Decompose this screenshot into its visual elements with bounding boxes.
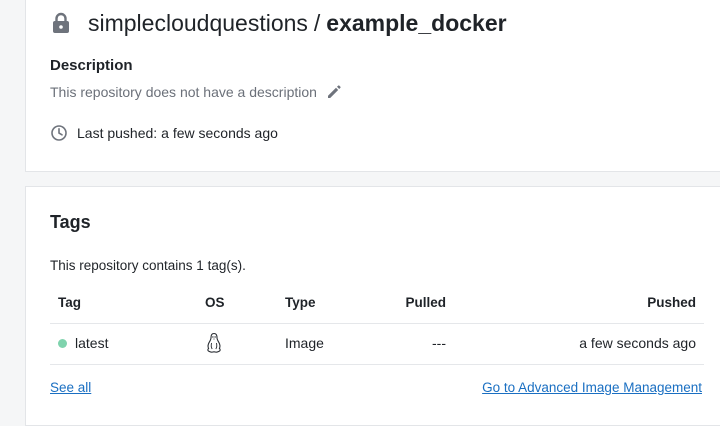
tag-cell[interactable]: latest bbox=[58, 335, 108, 351]
column-header-os: OS bbox=[205, 295, 225, 310]
repository-name: example_docker bbox=[326, 9, 507, 36]
repository-header: simplecloudquestions / example_docker bbox=[50, 8, 507, 38]
last-pushed-row: Last pushed: a few seconds ago bbox=[50, 124, 278, 142]
pulled-cell: --- bbox=[432, 335, 446, 351]
repository-info-card: simplecloudquestions / example_docker De… bbox=[25, 0, 720, 172]
description-row: This repository does not have a descript… bbox=[50, 83, 343, 101]
repository-path-separator: / bbox=[313, 9, 321, 36]
os-cell bbox=[206, 332, 222, 357]
column-header-type: Type bbox=[285, 295, 316, 310]
tags-table-header: Tag OS Type Pulled Pushed bbox=[50, 283, 704, 324]
column-header-pulled: Pulled bbox=[405, 295, 446, 310]
tag-name[interactable]: latest bbox=[75, 335, 108, 351]
last-pushed-value: a few seconds ago bbox=[161, 125, 278, 141]
pushed-cell: a few seconds ago bbox=[579, 335, 696, 351]
description-heading: Description bbox=[50, 57, 133, 74]
repository-owner[interactable]: simplecloudquestions bbox=[88, 10, 308, 37]
type-cell: Image bbox=[285, 335, 324, 351]
tags-table: Tag OS Type Pulled Pushed latest Image -… bbox=[50, 283, 704, 365]
lock-icon bbox=[50, 12, 72, 34]
clock-icon bbox=[50, 124, 68, 142]
column-header-pushed: Pushed bbox=[647, 295, 696, 310]
advanced-image-management-link[interactable]: Go to Advanced Image Management bbox=[482, 380, 702, 395]
table-row: latest Image --- a few seconds ago bbox=[50, 324, 704, 365]
pencil-icon[interactable] bbox=[325, 83, 343, 101]
linux-icon bbox=[206, 332, 222, 354]
tags-card: Tags This repository contains 1 tag(s). … bbox=[25, 186, 720, 426]
description-text: This repository does not have a descript… bbox=[50, 84, 317, 100]
tags-heading: Tags bbox=[50, 212, 91, 232]
column-header-tag: Tag bbox=[58, 295, 81, 310]
last-pushed-label: Last pushed: bbox=[77, 125, 158, 141]
tags-count-text: This repository contains 1 tag(s). bbox=[50, 258, 246, 273]
see-all-link[interactable]: See all bbox=[50, 380, 91, 395]
status-dot bbox=[58, 338, 67, 348]
